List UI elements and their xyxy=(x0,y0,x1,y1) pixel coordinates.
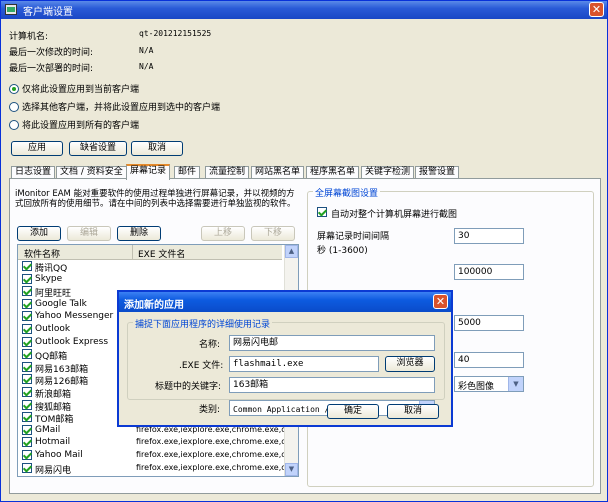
app-enabled-checkbox[interactable] xyxy=(22,450,32,460)
app-enabled-checkbox[interactable] xyxy=(22,437,32,448)
interval-label: 屏幕记录时间间隔 xyxy=(317,232,390,242)
close-window-button[interactable]: ✕ xyxy=(589,2,604,17)
browse-button[interactable]: 浏览器 xyxy=(385,356,435,372)
auto-capture-checkbox[interactable] xyxy=(317,207,327,217)
column-divider xyxy=(132,245,133,259)
scroll-up-icon[interactable]: ▲ xyxy=(285,245,298,258)
app-enabled-checkbox[interactable] xyxy=(22,273,32,284)
last-modified-label: 最后一次修改的时间: xyxy=(9,48,94,58)
list-item[interactable]: 网易闪电 firefox.exe,iexplore.exe,chrome.exe,… xyxy=(18,462,298,476)
default-settings-button[interactable]: 缺省设置 xyxy=(69,141,127,156)
app-exe: firefox.exe,iexplore.exe,chrome.exe,o... xyxy=(136,450,294,459)
dialog-title-bar[interactable]: 添加新的应用 ✕ xyxy=(119,292,451,312)
color-mode-select[interactable]: 彩色图像 ▼ xyxy=(454,376,524,392)
title-bar[interactable]: 客户端设置 ✕ xyxy=(1,1,607,19)
apply-current-radio[interactable] xyxy=(9,84,19,94)
apply-selected-radio[interactable] xyxy=(9,102,19,112)
client-settings-window: 客户端设置 ✕ 计算机名: qt-201212151525 最后一次修改的时间:… xyxy=(0,0,608,502)
app-enabled-checkbox[interactable] xyxy=(22,336,32,347)
app-name: Skype xyxy=(35,273,63,284)
app-name: Yahoo Messenger xyxy=(35,311,114,322)
app-enabled-checkbox[interactable] xyxy=(22,412,32,423)
app-enabled-checkbox[interactable] xyxy=(22,361,32,372)
app-enabled-checkbox[interactable] xyxy=(22,462,32,473)
category-label: 类别: xyxy=(199,405,221,415)
apply-button[interactable]: 应用 xyxy=(11,141,63,156)
app-name: 网易闪电 xyxy=(35,465,72,476)
list-item[interactable]: Yahoo Mail firefox.exe,iexplore.exe,chrom… xyxy=(18,449,298,462)
interval-input[interactable]: 30 xyxy=(454,228,524,244)
apply-current-label[interactable]: 仅将此设置应用到当前客户端 xyxy=(22,82,139,95)
dialog-cancel-button[interactable]: 取消 xyxy=(387,404,439,419)
list-item[interactable]: Skype xyxy=(18,273,298,286)
move-down-button[interactable]: 下移 xyxy=(251,226,295,241)
list-item[interactable]: Hotmail firefox.exe,iexplore.exe,chrome.e… xyxy=(18,436,298,449)
apply-selected-label[interactable]: 选择其他客户端，并将此设置应用到选中的客户端 xyxy=(22,100,220,113)
move-up-button[interactable]: 上移 xyxy=(201,226,245,241)
apply-all-label[interactable]: 将此设置应用到所有的客户端 xyxy=(22,118,139,131)
dialog-ok-button[interactable]: 确定 xyxy=(327,404,379,419)
last-deployed-label: 最后一次部署的时间: xyxy=(9,64,94,74)
capture-group-legend: 捕捉下面应用程序的详细使用记录 xyxy=(133,317,273,330)
app-enabled-checkbox[interactable] xyxy=(22,349,32,360)
name-input[interactable]: 网易闪电邮 xyxy=(229,335,435,351)
name-label: 名称: xyxy=(199,340,221,350)
fullscreen-settings-legend: 全屏幕截图设置 xyxy=(313,186,381,199)
computer-name-label: 计算机名: xyxy=(9,32,49,42)
app-enabled-checkbox[interactable] xyxy=(22,424,32,435)
column-exe-name[interactable]: EXE 文件名 xyxy=(138,247,185,260)
app-exe: firefox.exe,iexplore.exe,chrome.exe,o... xyxy=(136,462,294,472)
exe-label: .EXE 文件: xyxy=(179,361,224,371)
app-enabled-checkbox[interactable] xyxy=(22,374,32,385)
app-name: GMail xyxy=(35,424,61,435)
app-name: Hotmail xyxy=(35,437,71,448)
app-name: Yahoo Mail xyxy=(35,450,83,460)
app-name: Outlook xyxy=(35,324,71,334)
app-enabled-checkbox[interactable] xyxy=(22,399,32,410)
edit-app-button[interactable]: 编辑 xyxy=(67,226,111,241)
auto-capture-label[interactable]: 自动对整个计算机屏幕进行截图 xyxy=(331,207,457,220)
app-enabled-checkbox[interactable] xyxy=(22,324,32,334)
app-exe: firefox.exe,iexplore.exe,chrome.exe,o... xyxy=(136,437,294,447)
scroll-down-icon[interactable]: ▼ xyxy=(285,463,298,476)
column-app-name[interactable]: 软件名称 xyxy=(24,247,60,260)
interval-unit-label: 秒 (1-3600) xyxy=(317,246,368,256)
app-list-header: 软件名称 EXE 文件名 xyxy=(18,245,282,260)
app-enabled-checkbox[interactable] xyxy=(22,286,32,297)
list-item[interactable]: 腾讯QQ xyxy=(18,260,298,274)
app-name: Outlook Express xyxy=(35,336,109,347)
chevron-down-icon[interactable]: ▼ xyxy=(508,377,523,391)
exe-input[interactable]: flashmail.exe xyxy=(229,356,379,372)
dialog-title: 添加新的应用 xyxy=(124,300,184,311)
cancel-button[interactable]: 取消 xyxy=(131,141,183,156)
app-enabled-checkbox[interactable] xyxy=(22,298,32,309)
add-app-button[interactable]: 添加 xyxy=(17,226,61,241)
app-enabled-checkbox[interactable] xyxy=(22,311,32,322)
keyword-label: 标题中的关键字: xyxy=(155,382,222,392)
last-deployed-value: N/A xyxy=(139,62,154,71)
screen-record-description: iMonitor EAM 能对重要软件的使用过程单独进行屏幕记录，并以视频的方式… xyxy=(15,189,296,209)
tab-screen-record[interactable]: 屏幕记录 xyxy=(126,164,171,180)
app-enabled-checkbox[interactable] xyxy=(22,261,32,271)
app-icon xyxy=(5,4,17,15)
setting-input-2[interactable]: 100000 xyxy=(454,264,524,280)
window-title: 客户端设置 xyxy=(23,7,73,18)
color-mode-value: 彩色图像 xyxy=(458,382,495,392)
app-name: Google Talk xyxy=(35,298,87,309)
setting-input-4[interactable]: 40 xyxy=(454,352,524,368)
apply-all-radio[interactable] xyxy=(9,120,19,130)
dialog-close-button[interactable]: ✕ xyxy=(433,294,448,309)
last-modified-value: N/A xyxy=(139,46,154,55)
app-enabled-checkbox[interactable] xyxy=(22,387,32,397)
keyword-input[interactable]: 163邮箱 xyxy=(229,377,435,393)
setting-input-3[interactable]: 5000 xyxy=(454,315,524,331)
computer-name-value: qt-201212151525 xyxy=(139,29,212,38)
delete-app-button[interactable]: 删除 xyxy=(117,226,161,241)
